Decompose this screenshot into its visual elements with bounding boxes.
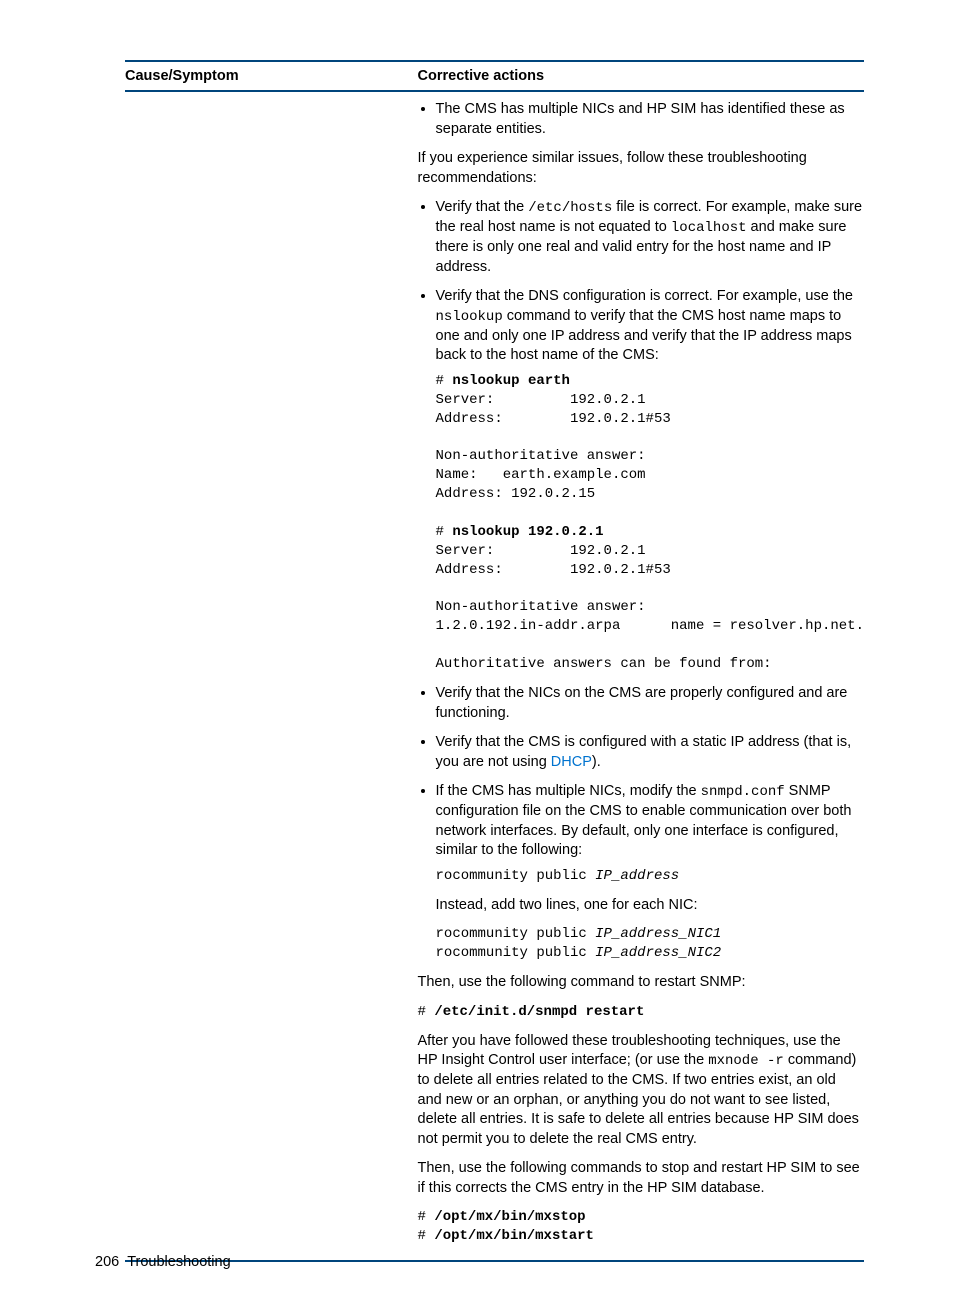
text: Verify that the <box>436 199 529 215</box>
snmp-instead-para: Instead, add two lines, one for each NIC… <box>436 896 864 916</box>
code-text: rocommunity public <box>436 926 596 942</box>
list-item: Verify that the DNS configuration is cor… <box>436 287 864 674</box>
code-var: IP_address_NIC2 <box>595 945 721 961</box>
code-text: # <box>436 524 453 540</box>
code-block: # nslookup earth Server: 192.0.2.1 Addre… <box>436 372 864 674</box>
page-footer: 206 Troubleshooting <box>95 1254 231 1270</box>
code-command: /etc/init.d/snmpd restart <box>434 1004 644 1020</box>
list-item: Verify that the CMS is configured with a… <box>436 733 864 772</box>
code-block: rocommunity public IP_address_NIC1 rocom… <box>436 925 864 963</box>
code-block: # /etc/init.d/snmpd restart <box>418 1003 864 1022</box>
code-block: rocommunity public IP_address <box>436 867 864 886</box>
list-item: Verify that the NICs on the CMS are prop… <box>436 684 864 723</box>
code-command: nslookup 192.0.2.1 <box>452 524 603 540</box>
bullet-list-top: The CMS has multiple NICs and HP SIM has… <box>418 100 864 139</box>
table-header-row: Cause/Symptom Corrective actions <box>125 61 864 91</box>
code-text: # <box>418 1228 435 1244</box>
intro-para: If you experience similar issues, follow… <box>418 149 864 188</box>
list-item: If the CMS has multiple NICs, modify the… <box>436 782 864 963</box>
code-output: Server: 192.0.2.1 Address: 192.0.2.1#53 … <box>436 543 864 672</box>
after-trouble-para: After you have followed these troublesho… <box>418 1032 864 1150</box>
code-inline: nslookup <box>436 309 503 325</box>
code-command: nslookup earth <box>452 373 570 389</box>
code-text: rocommunity public <box>436 868 596 884</box>
actions-cell: The CMS has multiple NICs and HP SIM has… <box>418 91 864 1261</box>
troubleshooting-table: Cause/Symptom Corrective actions The CMS… <box>125 60 864 1262</box>
code-var: IP_address_NIC1 <box>595 926 721 942</box>
code-inline: snmpd.conf <box>701 784 785 800</box>
text: ). <box>592 754 601 770</box>
code-text: # <box>436 373 453 389</box>
list-item: Verify that the /etc/hosts file is corre… <box>436 198 864 277</box>
code-output: Server: 192.0.2.1 Address: 192.0.2.1#53 … <box>436 392 671 502</box>
code-block: # /opt/mx/bin/mxstop # /opt/mx/bin/mxsta… <box>418 1208 864 1246</box>
table-row: The CMS has multiple NICs and HP SIM has… <box>125 91 864 1261</box>
list-item: The CMS has multiple NICs and HP SIM has… <box>436 100 864 139</box>
text: Verify that the DNS configuration is cor… <box>436 288 853 304</box>
code-inline: localhost <box>671 220 747 236</box>
document-page: Cause/Symptom Corrective actions The CMS… <box>0 0 954 1302</box>
code-var: IP_address <box>595 868 679 884</box>
col-cause-symptom: Cause/Symptom <box>125 61 418 91</box>
col-corrective-actions: Corrective actions <box>418 61 864 91</box>
text: Verify that the CMS is configured with a… <box>436 734 852 770</box>
text: If the CMS has multiple NICs, modify the <box>436 783 701 799</box>
dhcp-link[interactable]: DHCP <box>551 754 592 770</box>
code-command: /opt/mx/bin/mxstart <box>434 1228 594 1244</box>
section-title: Troubleshooting <box>127 1254 230 1270</box>
code-text: # <box>418 1209 435 1225</box>
stop-restart-para: Then, use the following commands to stop… <box>418 1159 864 1198</box>
code-inline: /etc/hosts <box>528 200 612 216</box>
bullet-list-main: Verify that the /etc/hosts file is corre… <box>418 198 864 963</box>
code-inline: mxnode -r <box>708 1053 784 1069</box>
page-number: 206 <box>95 1254 119 1270</box>
code-command: /opt/mx/bin/mxstop <box>434 1209 585 1225</box>
code-text: # <box>418 1004 435 1020</box>
code-text: rocommunity public <box>436 945 596 961</box>
restart-snmp-para: Then, use the following command to resta… <box>418 973 864 993</box>
cause-cell <box>125 91 418 1261</box>
